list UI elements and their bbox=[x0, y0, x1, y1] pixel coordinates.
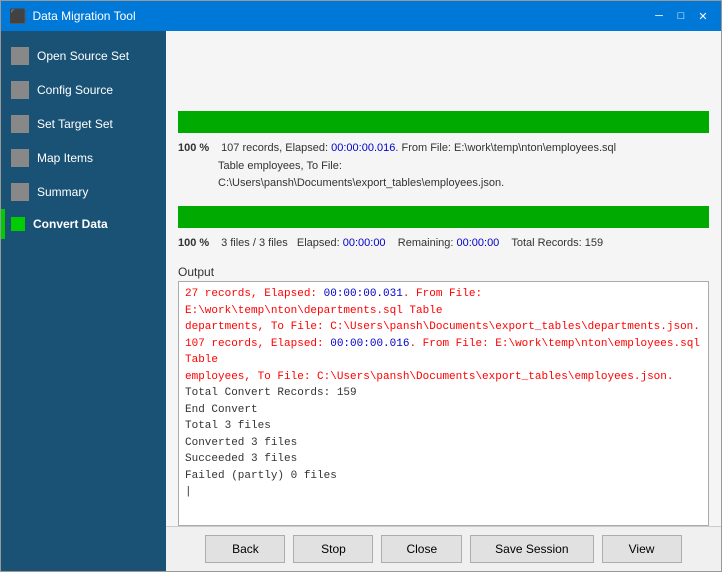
sidebar-item-label: Set Target Set bbox=[37, 117, 113, 131]
sidebar-item-label: Map Items bbox=[37, 151, 93, 165]
sidebar-item-summary[interactable]: Summary bbox=[1, 175, 166, 209]
output-cursor: | bbox=[185, 484, 702, 501]
progress-detail-1c: C:\Users\pansh\Documents\export_tables\e… bbox=[218, 177, 504, 189]
map-items-icon bbox=[11, 149, 29, 167]
sidebar-item-convert-data[interactable]: Convert Data bbox=[1, 209, 166, 239]
close-button[interactable]: ✕ bbox=[693, 6, 713, 26]
progress-area: 100 % 107 records, Elapsed: 00:00:00.016… bbox=[166, 31, 721, 265]
main-window: ⬛ Data Migration Tool ─ □ ✕ Open Source … bbox=[0, 0, 722, 572]
progress-bar-fill-2 bbox=[178, 206, 709, 228]
view-button[interactable]: View bbox=[602, 535, 682, 563]
summary-icon bbox=[11, 183, 29, 201]
main-content: 100 % 107 records, Elapsed: 00:00:00.016… bbox=[166, 31, 721, 571]
close-button[interactable]: Close bbox=[381, 535, 462, 563]
save-session-button[interactable]: Save Session bbox=[470, 535, 593, 563]
output-line-10: Failed (partly) 0 files bbox=[185, 468, 702, 485]
window-body: Open Source Set Config Source Set Target… bbox=[1, 31, 721, 571]
progress-bar-2 bbox=[178, 206, 709, 228]
title-bar-controls: ─ □ ✕ bbox=[649, 6, 713, 26]
window-title: Data Migration Tool bbox=[32, 9, 135, 23]
output-line-9: Succeeded 3 files bbox=[185, 451, 702, 468]
sidebar-item-label: Config Source bbox=[37, 83, 113, 97]
title-bar-title: ⬛ Data Migration Tool bbox=[9, 8, 136, 25]
sidebar-item-label: Convert Data bbox=[33, 217, 108, 231]
sidebar-item-open-source-set[interactable]: Open Source Set bbox=[1, 39, 166, 73]
stop-button[interactable]: Stop bbox=[293, 535, 373, 563]
progress-bar-fill-1 bbox=[178, 111, 709, 133]
output-line-2: departments, To File: C:\Users\pansh\Doc… bbox=[185, 319, 702, 336]
sidebar-item-label: Open Source Set bbox=[37, 49, 129, 63]
sidebar-item-map-items[interactable]: Map Items bbox=[1, 141, 166, 175]
minimize-button[interactable]: ─ bbox=[649, 6, 669, 26]
output-line-6: End Convert bbox=[185, 402, 702, 419]
set-target-set-icon bbox=[11, 115, 29, 133]
output-line-5: Total Convert Records: 159 bbox=[185, 385, 702, 402]
open-source-set-icon bbox=[11, 47, 29, 65]
progress-block-2: 100 % 3 files / 3 files Elapsed: 00:00:0… bbox=[178, 206, 709, 256]
progress-block-1: 100 % 107 records, Elapsed: 00:00:00.016… bbox=[178, 111, 709, 196]
sidebar-item-set-target-set[interactable]: Set Target Set bbox=[1, 107, 166, 141]
progress-info-2: 100 % 3 files / 3 files Elapsed: 00:00:0… bbox=[178, 232, 709, 256]
output-box[interactable]: 27 records, Elapsed: 00:00:00.031. From … bbox=[178, 281, 709, 526]
footer: Back Stop Close Save Session View bbox=[166, 526, 721, 571]
progress-detail-1b: Table employees, To File: bbox=[218, 160, 342, 172]
progress-info-1: 100 % 107 records, Elapsed: 00:00:00.016… bbox=[178, 137, 709, 196]
sidebar-item-config-source[interactable]: Config Source bbox=[1, 73, 166, 107]
output-line-8: Converted 3 files bbox=[185, 435, 702, 452]
sidebar-item-label: Summary bbox=[37, 185, 88, 199]
maximize-button[interactable]: □ bbox=[671, 6, 691, 26]
progress-detail-1a: 107 records, Elapsed: 00:00:00.016. From… bbox=[221, 142, 616, 154]
output-line-4: employees, To File: C:\Users\pansh\Docum… bbox=[185, 369, 702, 386]
window-icon: ⬛ bbox=[9, 8, 26, 25]
sidebar: Open Source Set Config Source Set Target… bbox=[1, 31, 166, 571]
back-button[interactable]: Back bbox=[205, 535, 285, 563]
convert-data-icon bbox=[11, 217, 25, 231]
title-bar: ⬛ Data Migration Tool ─ □ ✕ bbox=[1, 1, 721, 31]
progress-pct-1: 100 % bbox=[178, 140, 218, 158]
progress-bar-1 bbox=[178, 111, 709, 133]
progress-pct-2: 100 % bbox=[178, 235, 218, 253]
output-label: Output bbox=[178, 265, 709, 279]
progress-detail-2: 3 files / 3 files Elapsed: 00:00:00 Rema… bbox=[221, 237, 603, 249]
output-line-3: 107 records, Elapsed: 00:00:00.016. From… bbox=[185, 336, 702, 369]
output-section: Output 27 records, Elapsed: 00:00:00.031… bbox=[178, 265, 709, 526]
config-source-icon bbox=[11, 81, 29, 99]
output-line-7: Total 3 files bbox=[185, 418, 702, 435]
output-line-1: 27 records, Elapsed: 00:00:00.031. From … bbox=[185, 286, 702, 319]
